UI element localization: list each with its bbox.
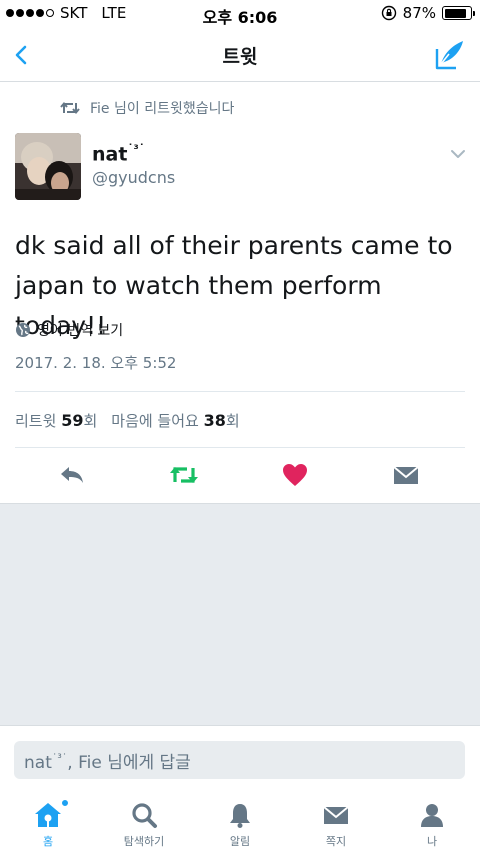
likes-stat[interactable]: 마음에 들어요 38회 bbox=[111, 410, 239, 431]
tab-messages[interactable]: 쪽지 bbox=[288, 801, 384, 849]
tab-label: 쪽지 bbox=[325, 835, 347, 848]
translate-link[interactable]: 영어 번역 보기 bbox=[15, 320, 123, 340]
retweets-unit: 회 bbox=[83, 412, 98, 430]
globe-icon bbox=[16, 323, 30, 337]
divider bbox=[15, 391, 465, 392]
author-display-name[interactable]: nat˙³˙ bbox=[92, 142, 145, 165]
retweet-icon bbox=[60, 101, 80, 115]
author-name-text: nat bbox=[92, 143, 128, 166]
envelope-icon[interactable] bbox=[391, 460, 421, 490]
reply-thread-area bbox=[0, 503, 480, 725]
heart-icon[interactable] bbox=[280, 460, 310, 490]
reply-placeholder-suffix: ˙³˙ bbox=[51, 751, 68, 765]
search-icon bbox=[132, 803, 157, 828]
reply-input[interactable]: nat˙³˙, Fie 님에게 답글 bbox=[14, 741, 465, 779]
tab-label: 나 bbox=[426, 835, 438, 848]
tab-explore[interactable]: 탐색하기 bbox=[96, 801, 192, 849]
reply-placeholder-name: nat bbox=[24, 753, 52, 773]
tab-label: 알림 bbox=[229, 835, 251, 848]
reply-placeholder-rest: , Fie 님에게 답글 bbox=[67, 753, 191, 773]
retweets-label: 리트윗 bbox=[15, 412, 57, 430]
retweet-button-icon[interactable] bbox=[168, 460, 200, 490]
tab-label: 탐색하기 bbox=[123, 835, 165, 848]
battery-percent: 87% bbox=[402, 4, 436, 22]
author-handle[interactable]: @gyudcns bbox=[92, 168, 175, 187]
bell-icon bbox=[230, 804, 250, 828]
likes-unit: 회 bbox=[225, 412, 240, 430]
reply-icon[interactable] bbox=[57, 460, 87, 490]
likes-count: 38 bbox=[203, 411, 226, 430]
retweet-context: Fie 님이 리트윗했습니다 bbox=[60, 98, 234, 118]
retweet-context-text: Fie 님이 리트윗했습니다 bbox=[90, 101, 235, 117]
orientation-lock-icon bbox=[381, 5, 396, 21]
retweets-stat[interactable]: 리트윗 59회 bbox=[15, 410, 97, 431]
notification-dot bbox=[61, 799, 69, 807]
compose-icon[interactable] bbox=[432, 37, 468, 73]
navigation-bar: 트윗 bbox=[0, 28, 480, 82]
person-icon bbox=[421, 804, 443, 827]
tweet-stats: 리트윗 59회 마음에 들어요 38회 bbox=[15, 410, 240, 431]
battery-icon bbox=[442, 6, 475, 20]
battery-fill bbox=[444, 8, 467, 18]
reply-bar: nat˙³˙, Fie 님에게 답글 bbox=[0, 725, 480, 787]
tweet-actions bbox=[0, 458, 480, 498]
tab-home[interactable]: 홈 bbox=[0, 799, 96, 849]
tab-me[interactable]: 나 bbox=[384, 801, 480, 849]
tab-label: 홈 bbox=[42, 835, 54, 848]
avatar[interactable] bbox=[15, 133, 81, 200]
tweet-timestamp: 2017. 2. 18. 오후 5:52 bbox=[15, 354, 177, 372]
status-right: 87% bbox=[381, 4, 475, 22]
likes-label: 마음에 들어요 bbox=[111, 412, 199, 430]
retweets-count: 59 bbox=[61, 411, 84, 430]
envelope-icon bbox=[323, 806, 349, 824]
chevron-down-icon[interactable] bbox=[450, 148, 466, 160]
tab-bar: 홈 탐색하기 알림 쪽지 나 bbox=[0, 787, 480, 854]
translate-label: 영어 번역 보기 bbox=[37, 323, 124, 339]
status-bar: SKT LTE 오후 6:06 87% bbox=[0, 0, 480, 28]
page-title: 트윗 bbox=[222, 46, 258, 68]
divider bbox=[15, 447, 465, 448]
tab-notifications[interactable]: 알림 bbox=[192, 801, 288, 849]
author-name-suffix: ˙³˙ bbox=[127, 142, 145, 156]
home-icon bbox=[35, 803, 61, 827]
